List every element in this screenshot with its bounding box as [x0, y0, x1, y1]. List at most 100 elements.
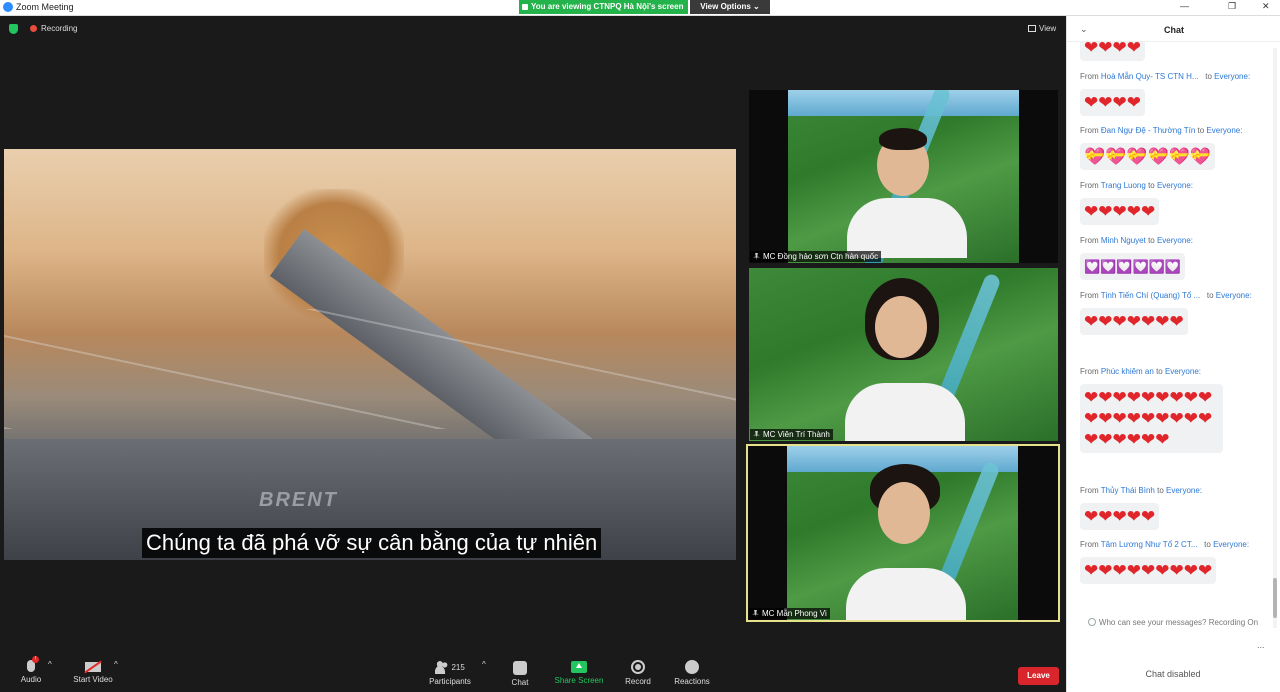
shared-screen: BRENT: [4, 149, 736, 560]
record-label: Record: [625, 677, 651, 686]
sender-name[interactable]: Minh Nguyet: [1101, 236, 1146, 245]
to-prefix: to: [1156, 367, 1163, 376]
chat-message: From Tịnh Tiến Chí (Quang) Tổ ... to Eve…: [1080, 291, 1270, 335]
window-title: Zoom Meeting: [16, 2, 74, 12]
to-prefix: to: [1148, 181, 1155, 190]
sender-name[interactable]: Đan Ngự Đệ - Thường Tín: [1101, 126, 1195, 135]
chat-message-header: From Hoà Mẫn Quy- TS CTN H... to Everyon…: [1080, 72, 1270, 83]
participant-name: MC Đồng hảo sơn Ctn hàn quốc: [763, 252, 879, 261]
audio-options-caret[interactable]: ^: [48, 660, 52, 669]
participant-face: [878, 482, 930, 544]
meeting-toolbar: ! Audio ^ Start Video ^ 215 Participants…: [0, 656, 1066, 692]
chat-message-content: ❤❤❤❤❤❤❤❤❤❤❤❤❤❤❤❤❤❤❤❤❤❤❤❤: [1080, 384, 1223, 453]
recording-dot-icon: [30, 25, 37, 32]
to-prefix: to: [1204, 540, 1211, 549]
to-prefix: to: [1205, 72, 1212, 81]
chat-message-content: 💟💟💟💟💟💟: [1080, 253, 1186, 280]
chat-message-list[interactable]: ❤❤❤❤ From Hoà Mẫn Quy- TS CTN H... to Ev…: [1067, 42, 1271, 618]
audio-warning-badge: !: [32, 656, 39, 663]
chat-message: From Đan Ngự Đệ - Thường Tín to Everyone…: [1080, 126, 1270, 170]
recipient-name: Everyone:: [1206, 126, 1243, 135]
chat-button[interactable]: Chat: [506, 660, 534, 687]
start-video-button[interactable]: Start Video: [70, 660, 116, 684]
sender-name[interactable]: Tịnh Tiến Chí (Quang) Tổ ...: [1101, 291, 1200, 300]
chat-message-header: From Thủy Thái Bình to Everyone:: [1080, 486, 1270, 497]
participant-name-label: MC Mẫn Phong Vi: [749, 608, 830, 619]
view-button[interactable]: View: [1028, 24, 1056, 33]
participant-hair: [879, 128, 927, 150]
to-prefix: to: [1197, 126, 1205, 135]
participants-options-caret[interactable]: ^: [482, 660, 486, 669]
reactions-button[interactable]: Reactions: [672, 660, 712, 686]
minimize-icon[interactable]: —: [1180, 1, 1189, 11]
chat-visibility-label: Who can see your messages? Recording On: [1098, 618, 1259, 627]
meeting-area: Recording View BRENT Chúng ta đã phá vỡ …: [0, 16, 1066, 692]
chat-scrollbar[interactable]: [1273, 48, 1277, 628]
chat-message-content: ❤❤❤❤: [1080, 42, 1145, 61]
from-prefix: From: [1080, 540, 1099, 549]
participant-body: [846, 568, 966, 620]
participants-label: Participants: [429, 677, 471, 686]
grid-icon: [1028, 25, 1036, 32]
chat-visibility-notice[interactable]: Who can see your messages? Recording On: [1066, 618, 1280, 627]
chat-message-header: From Đan Ngự Đệ - Thường Tín to Everyone…: [1080, 126, 1270, 137]
chat-message-content: ❤❤❤❤: [1080, 89, 1145, 116]
participant-body: [847, 198, 967, 258]
chat-message-content: ❤❤❤❤❤: [1080, 503, 1160, 530]
audio-label: Audio: [20, 675, 42, 684]
background-sky: [788, 90, 1019, 116]
reactions-label: Reactions: [674, 677, 710, 686]
chat-message: From Tâm Lương Như Tổ 2 CT... to Everyon…: [1080, 540, 1270, 584]
chat-message: From Phúc khiêm an to Everyone: ❤❤❤❤❤❤❤❤…: [1080, 367, 1270, 453]
sender-name[interactable]: Tâm Lương Như Tổ 2 CT...: [1101, 540, 1198, 549]
recipient-name: Everyone:: [1213, 540, 1250, 549]
recipient-name: Everyone:: [1156, 236, 1193, 245]
share-screen-icon: [571, 661, 587, 673]
recording-indicator[interactable]: Recording: [30, 24, 77, 33]
chat-message: From Minh Nguyet to Everyone: 💟💟💟💟💟💟: [1080, 236, 1270, 280]
participant-name: MC Viên Trí Thành: [763, 430, 830, 439]
start-video-label: Start Video: [73, 675, 113, 684]
screen-share-icon: [522, 4, 528, 10]
trailer-grid: [4, 309, 736, 429]
leave-button[interactable]: Leave: [1018, 667, 1059, 685]
chat-title: Chat: [1164, 25, 1184, 35]
video-options-caret[interactable]: ^: [114, 660, 118, 669]
sender-name[interactable]: Thủy Thái Bình: [1101, 486, 1155, 495]
close-icon[interactable]: ✕: [1262, 1, 1270, 12]
audio-button[interactable]: ! Audio: [18, 656, 44, 684]
participant-tile[interactable]: MC Viên Trí Thành: [749, 268, 1058, 441]
from-prefix: From: [1080, 236, 1099, 245]
to-prefix: to: [1206, 291, 1214, 300]
view-options-button[interactable]: View Options ⌄: [690, 0, 770, 14]
record-icon: [631, 660, 645, 674]
sender-name[interactable]: Trang Luong: [1101, 181, 1146, 190]
record-button[interactable]: Record: [622, 660, 654, 686]
participant-tile-active-speaker[interactable]: MC Mẫn Phong Vi: [746, 444, 1060, 622]
participant-name-label: MC Viên Trí Thành: [750, 429, 833, 440]
participants-button[interactable]: 215 Participants: [426, 660, 474, 686]
chat-panel: ⌄ Chat ❤❤❤❤ From Hoà Mẫn Quy- TS CTN H..…: [1066, 16, 1280, 692]
participants-count: 215: [451, 663, 465, 672]
chat-disabled-label: Chat disabled: [1145, 669, 1201, 679]
sender-name[interactable]: Hoà Mẫn Quy- TS CTN H...: [1101, 72, 1199, 81]
participant-tile[interactable]: MC Đồng hảo sơn Ctn hàn quốc: [749, 90, 1058, 263]
share-screen-button[interactable]: Share Screen: [552, 660, 606, 685]
chat-message-header: From Phúc khiêm an to Everyone:: [1080, 367, 1270, 378]
chat-more-options-button[interactable]: ...: [1257, 640, 1265, 650]
chat-message: ❤❤❤❤: [1080, 42, 1270, 61]
pin-icon: [753, 253, 760, 260]
encryption-shield-icon[interactable]: [9, 24, 18, 34]
chat-message-header: From Tâm Lương Như Tổ 2 CT... to Everyon…: [1080, 540, 1270, 551]
recipient-name: Everyone:: [1166, 486, 1203, 495]
chat-message-content: ❤❤❤❤❤: [1080, 198, 1160, 225]
sender-name[interactable]: Phúc khiêm an: [1101, 367, 1154, 376]
from-prefix: From: [1080, 486, 1099, 495]
maximize-icon[interactable]: ❐: [1228, 1, 1236, 12]
chat-scrollbar-thumb[interactable]: [1273, 578, 1277, 618]
reactions-icon: [685, 660, 699, 674]
participant-name-label: MC Đồng hảo sơn Ctn hàn quốc: [750, 251, 882, 262]
chat-message-content: ❤❤❤❤❤❤❤: [1080, 308, 1188, 335]
to-prefix: to: [1148, 236, 1155, 245]
from-prefix: From: [1080, 72, 1099, 81]
